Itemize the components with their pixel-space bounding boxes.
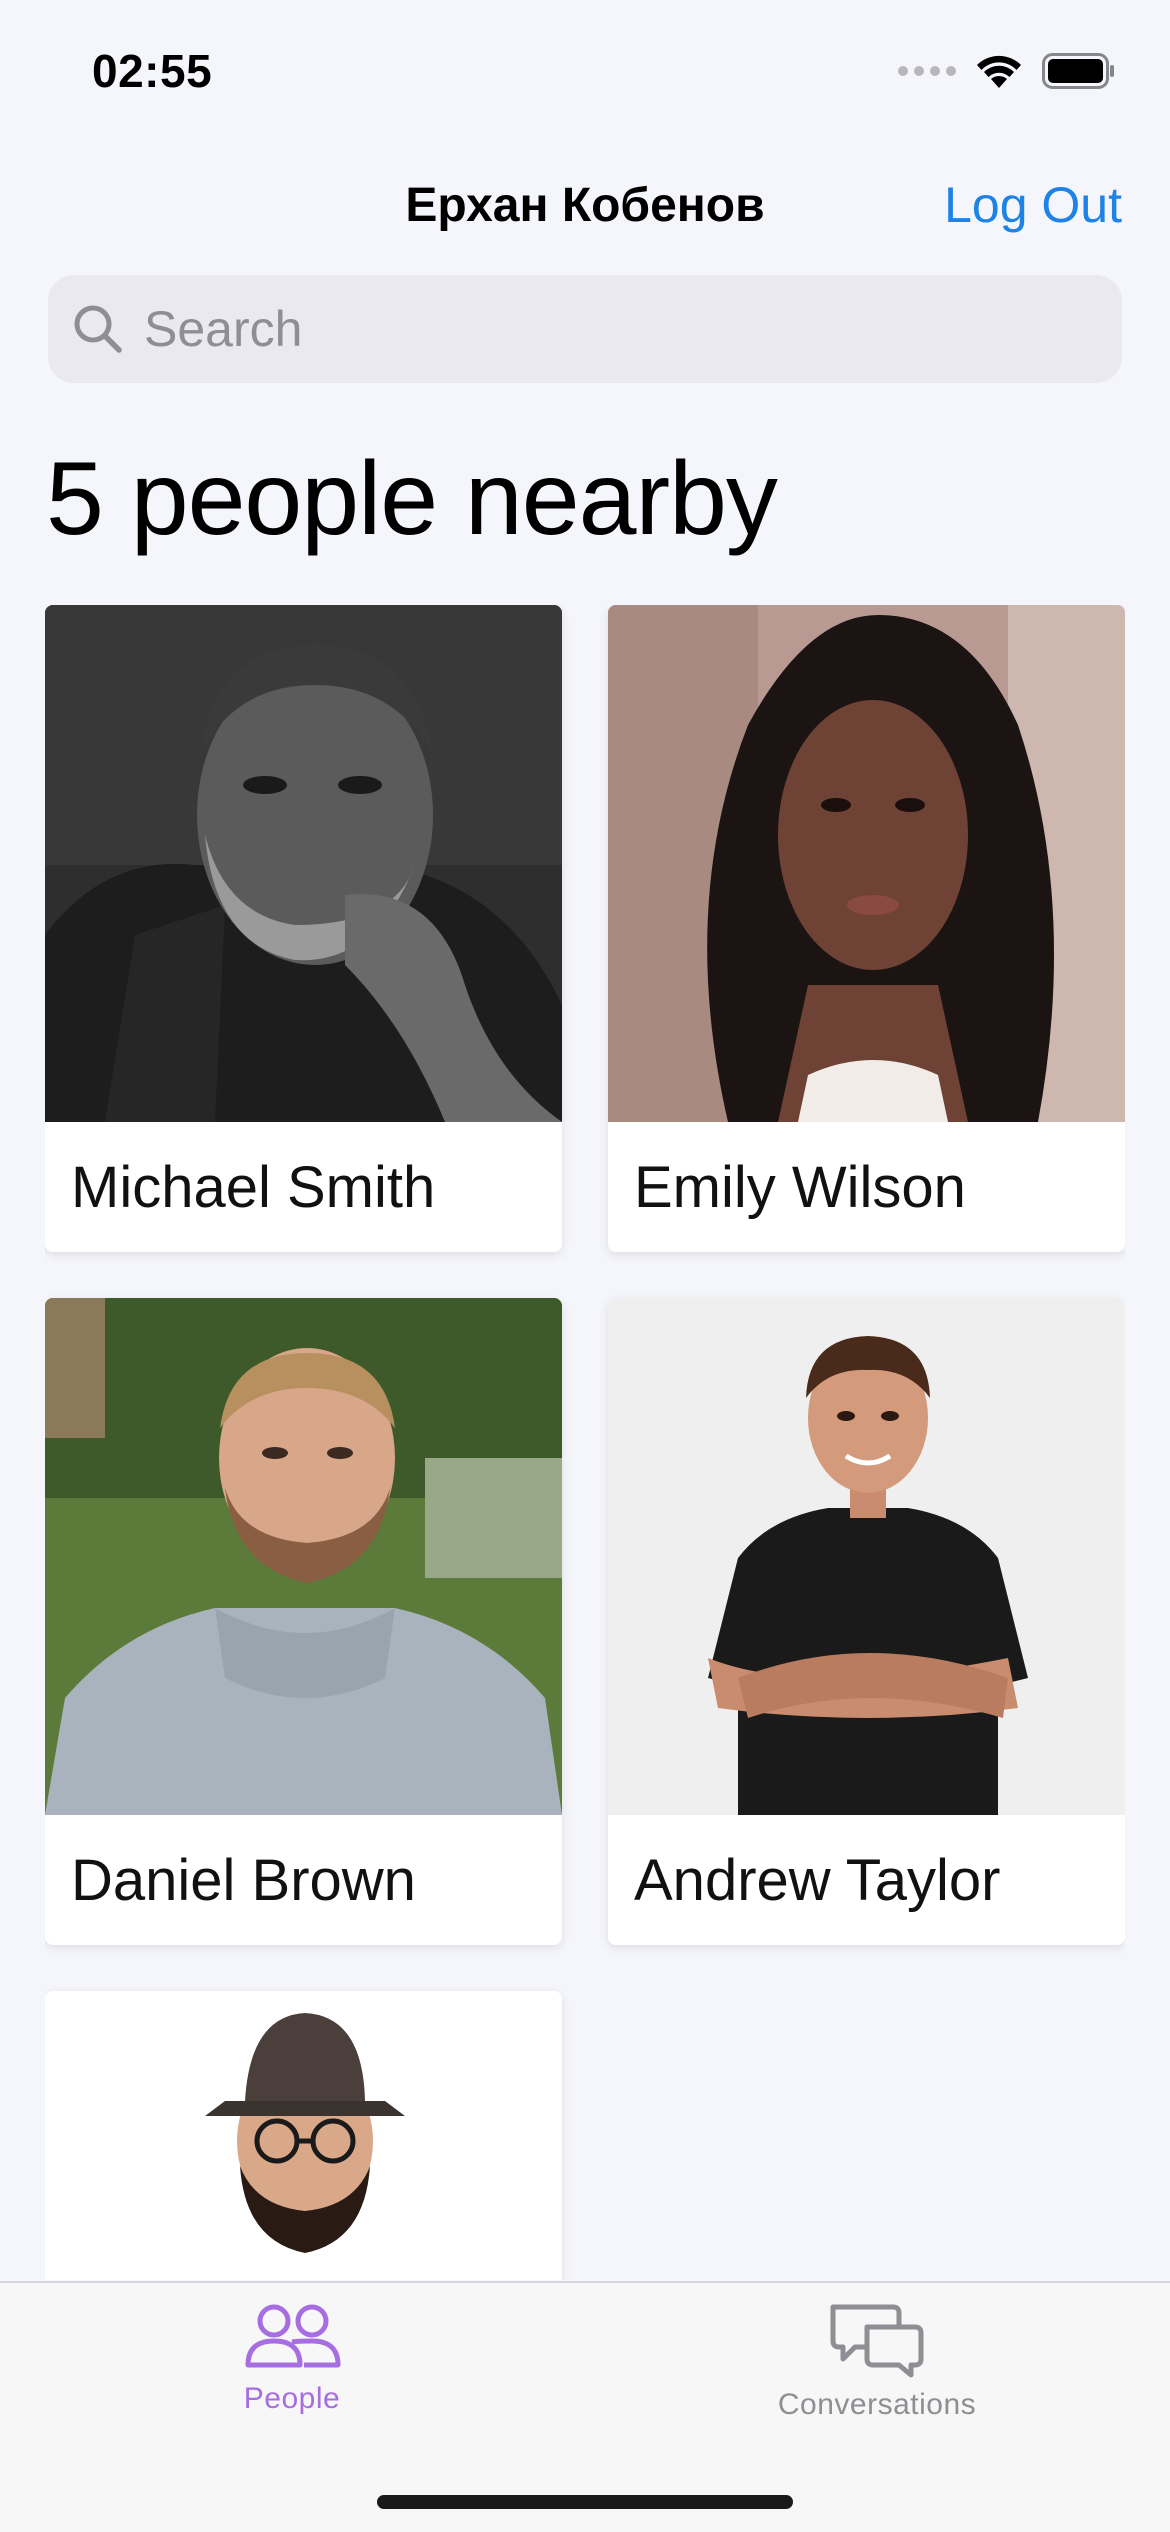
person-name: Daniel Brown [71,1847,416,1913]
person-card[interactable]: Emily Wilson [608,605,1125,1252]
status-bar: 02:55 [0,0,1170,150]
wifi-icon [977,55,1021,88]
search-input[interactable] [144,300,1044,358]
person-photo [45,1991,562,2280]
cellular-signal-icon [898,66,956,76]
tab-conversations-label: Conversations [777,2388,977,2421]
status-time: 02:55 [92,45,213,97]
person-card[interactable]: Andrew Taylor [608,1298,1125,1945]
page-title: 5 people nearby [46,441,778,557]
person-name: Emily Wilson [634,1154,966,1220]
home-indicator [377,2495,793,2509]
person-name: Andrew Taylor [634,1847,1001,1913]
logout-button[interactable]: Log Out [944,176,1122,234]
people-grid: Michael Smith Emily Wilson Daniel Brown … [45,605,1125,2280]
person-photo [608,605,1125,1122]
search-bar[interactable] [48,275,1122,383]
search-icon [74,305,122,353]
battery-icon [1042,53,1114,89]
tab-conversations[interactable]: Conversations [727,2301,1027,2422]
tab-people[interactable]: People [142,2301,442,2416]
person-card[interactable] [45,1991,562,2280]
person-photo [45,605,562,1122]
person-card[interactable]: Michael Smith [45,605,562,1252]
person-photo [608,1298,1125,1815]
people-icon [245,2304,341,2368]
person-name: Michael Smith [71,1154,436,1220]
chat-bubbles-icon [830,2304,924,2378]
person-photo [45,1298,562,1815]
person-card[interactable]: Daniel Brown [45,1298,562,1945]
tab-people-label: People [243,2382,341,2415]
status-icons [898,52,1116,90]
